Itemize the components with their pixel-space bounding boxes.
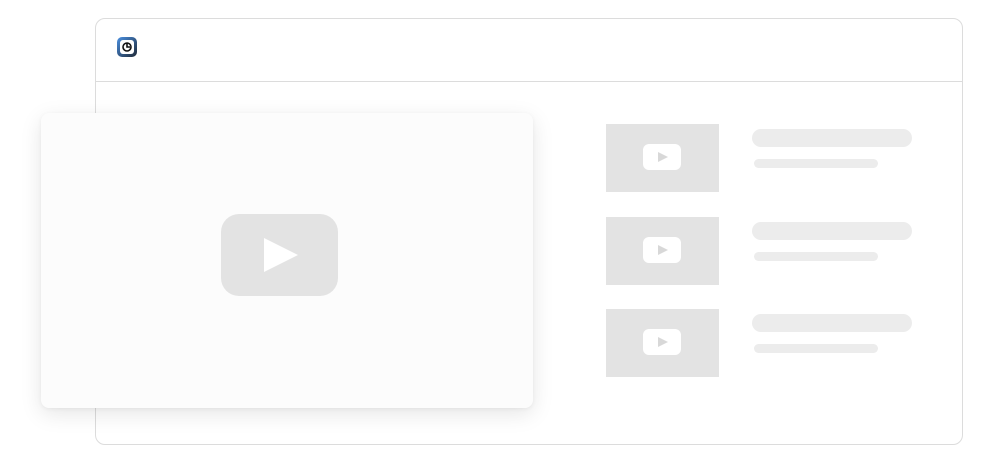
video-title-placeholder (752, 222, 912, 240)
video-title-placeholder (752, 129, 912, 147)
app-logo-icon[interactable] (116, 36, 138, 58)
related-video-item[interactable] (606, 217, 916, 285)
video-player[interactable] (41, 113, 533, 408)
video-thumbnail[interactable] (606, 124, 719, 192)
video-meta-placeholder (754, 159, 878, 168)
related-video-item[interactable] (606, 124, 916, 192)
video-title-placeholder (752, 314, 912, 332)
play-icon (643, 329, 681, 355)
play-button[interactable] (221, 214, 338, 296)
page (0, 0, 1000, 473)
related-video-item[interactable] (606, 309, 916, 377)
play-icon (643, 144, 681, 170)
video-thumbnail[interactable] (606, 217, 719, 285)
browser-toolbar (96, 19, 962, 82)
video-thumbnail[interactable] (606, 309, 719, 377)
play-icon (643, 237, 681, 263)
video-meta-placeholder (754, 252, 878, 261)
video-meta-placeholder (754, 344, 878, 353)
